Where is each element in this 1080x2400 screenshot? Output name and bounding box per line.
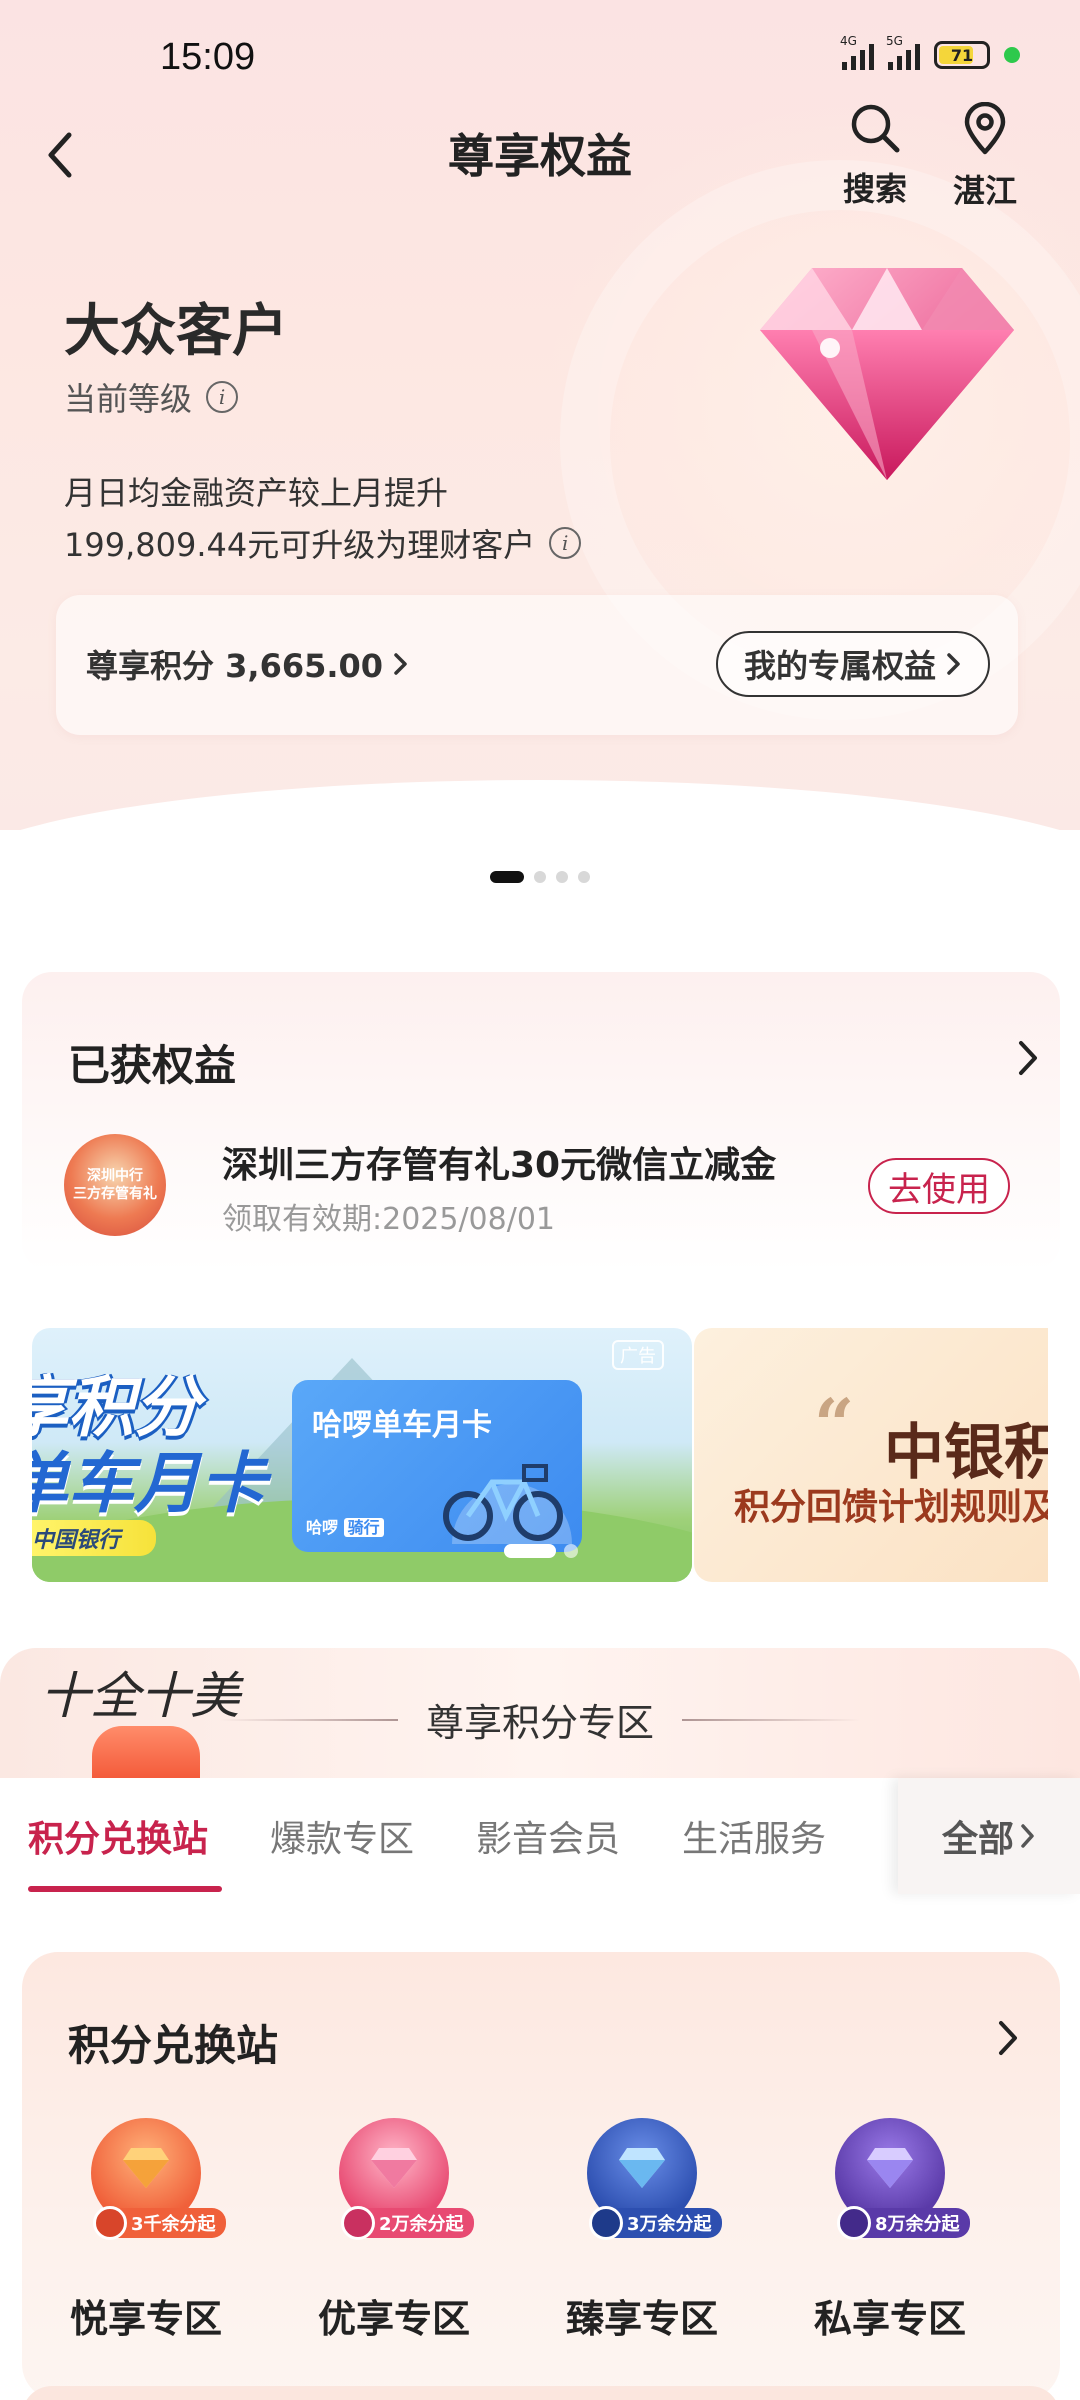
ad-card-title: 哈啰单车月卡 (312, 1408, 492, 1443)
pager-dot[interactable] (556, 871, 568, 883)
customer-level-name: 大众客户 (64, 298, 288, 364)
boc-points-rules-banner[interactable]: “ 中银积分 积分回馈计划规则及 (694, 1328, 1048, 1582)
search-label: 搜索 (842, 170, 907, 208)
zone-label: 悦享专区 (69, 2297, 222, 2341)
hero-curve (0, 780, 1080, 830)
carousel-pager (490, 871, 590, 883)
my-rights-label: 我的专属权益 (743, 647, 936, 685)
zone-title: 尊享积分专区 (426, 1701, 655, 1745)
tab-media-membership[interactable]: 影音会员 (476, 1810, 620, 1862)
active-tab-indicator (28, 1886, 222, 1892)
benefit-title[interactable]: 深圳三方存管有礼30元微信立减金 (222, 1136, 776, 1188)
chevron-right-icon (947, 653, 960, 675)
points-zone-header: 十全十美 尊享积分专区 (0, 1648, 1080, 1796)
pager-dot[interactable] (578, 871, 590, 883)
info-icon[interactable]: i (549, 527, 582, 559)
benefit-valid-date: 领取有效期:2025/08/01 (222, 1202, 556, 1237)
search-icon (851, 104, 900, 153)
chevron-right-icon (1021, 1824, 1034, 1848)
privacy-indicator-icon (1004, 47, 1020, 63)
info-icon[interactable]: i (206, 381, 239, 413)
pager-dot[interactable] (564, 1544, 578, 1558)
points-label: 尊享积分 3,665.00 (86, 647, 384, 685)
zone-item-yuexiang[interactable]: 3千余分起 悦享专区 (22, 2118, 270, 2343)
tab-points-exchange[interactable]: 积分兑换站 (28, 1810, 208, 1862)
pager-dot-active[interactable] (490, 871, 524, 883)
points-link[interactable]: 尊享积分 3,665.00 (86, 641, 409, 687)
tab-all-label: 全部 (941, 1819, 1014, 1860)
my-exclusive-rights-button[interactable]: 我的专属权益 (715, 631, 990, 697)
zone-medal: 3千余分起 (71, 2118, 226, 2248)
ad-card-brand: 哈啰 骑行 (306, 1514, 384, 1538)
obtained-rights-title: 已获权益 (68, 1041, 237, 1090)
chevron-right-icon[interactable] (996, 2018, 1020, 2058)
zone-item-sixiang[interactable]: 8万余分起 私享专区 (766, 2118, 1014, 2343)
zone-item-youxiang[interactable]: 2万余分起 优享专区 (270, 2118, 518, 2343)
signal-5g-icon: 5G (886, 34, 920, 70)
signal-4g-icon: 4G (840, 34, 874, 70)
level-caption-row: 当前等级 i (64, 374, 239, 420)
ad-promo-line3: 中国银行 (32, 1520, 157, 1556)
use-now-button[interactable]: 去使用 (868, 1158, 1010, 1214)
zone-medal: 3万余分起 (567, 2118, 722, 2248)
zone-label: 臻享专区 (565, 2297, 718, 2341)
obtained-rights-card: 已获权益 深圳中行 三方存管有礼 深圳三方存管有礼30元微信立减金 领取有效期:… (22, 972, 1060, 1272)
benefit-thumbnail: 深圳中行 三方存管有礼 (64, 1134, 166, 1236)
tab-life-services[interactable]: 生活服务 (682, 1810, 826, 1862)
tab-all-button[interactable]: 全部 (898, 1778, 1080, 1894)
tab-hot-deals[interactable]: 爆款专区 (270, 1810, 414, 1862)
ad-tag: 广告 (612, 1340, 664, 1370)
diamond-icon (123, 2148, 169, 2188)
upgrade-text-line2: 199,809.44元可升级为理财客户 (64, 526, 536, 564)
diamond-icon (619, 2148, 665, 2188)
next-card-peek (22, 2386, 1060, 2400)
status-time: 15:09 (160, 36, 256, 78)
level-caption: 当前等级 (64, 380, 193, 418)
pager-dot[interactable] (534, 871, 546, 883)
points-exchange-card: 积分兑换站 3千余分起 悦享专区 2万余分起 优享专区 3万余分起 臻享专区 8… (22, 1952, 1060, 2400)
location-pin-icon (964, 101, 1006, 155)
diamond-icon (760, 268, 1014, 480)
exchange-title: 积分兑换站 (68, 2021, 279, 2070)
points-card: 尊享积分 3,665.00 我的专属权益 (56, 595, 1018, 735)
diamond-icon (867, 2148, 913, 2188)
upgrade-text-line1: 月日均金融资产较上月提升 (64, 474, 449, 512)
upgrade-text-line2-row: 199,809.44元可升级为理财客户 i (64, 520, 582, 566)
zone-medal: 2万余分起 (319, 2118, 474, 2248)
hero-section: 15:09 4G 5G 71 尊享权益 搜索 湛江 大众客户 当前等级 i 月日… (0, 0, 1080, 830)
location-label: 湛江 (952, 172, 1017, 210)
banner-pager (504, 1544, 578, 1558)
status-icons: 4G 5G 71 (840, 34, 1020, 70)
diamond-icon (371, 2148, 417, 2188)
zone-title-row: 尊享积分专区 (220, 1692, 861, 1747)
zone-label: 优享专区 (317, 2297, 470, 2341)
search-button[interactable]: 搜索 (830, 102, 920, 210)
quote-mark-icon: “ (814, 1383, 855, 1466)
chevron-right-icon (394, 653, 407, 675)
zone-medal: 8万余分起 (815, 2118, 970, 2248)
pager-dot-active[interactable] (504, 1544, 556, 1558)
divider (682, 1718, 861, 1721)
zone-label: 私享专区 (813, 2297, 966, 2341)
zone-item-zhenxiang[interactable]: 3万余分起 臻享专区 (518, 2118, 766, 2343)
chevron-right-icon[interactable] (1016, 1038, 1040, 1078)
battery-icon: 71 (934, 41, 990, 69)
bike-card-graphic: 哈啰单车月卡 哈啰 骑行 (292, 1380, 582, 1552)
location-button[interactable]: 湛江 (940, 101, 1030, 212)
zone-items: 3千余分起 悦享专区 2万余分起 优享专区 3万余分起 臻享专区 8万余分起 私… (22, 2118, 1060, 2343)
bicycle-icon (443, 1464, 572, 1544)
boc-banner-subtitle: 积分回馈计划规则及 (734, 1486, 1048, 1528)
zone-logo: 十全十美 (40, 1667, 240, 1725)
ad-promo-line2: 单车月卡 (32, 1445, 266, 1522)
divider (220, 1718, 398, 1721)
nav-bar: 尊享权益 搜索 湛江 (0, 101, 1080, 220)
bike-card-ad-banner[interactable]: 享积分 单车月卡 中国银行 广告 哈啰单车月卡 哈啰 骑行 (32, 1328, 692, 1582)
